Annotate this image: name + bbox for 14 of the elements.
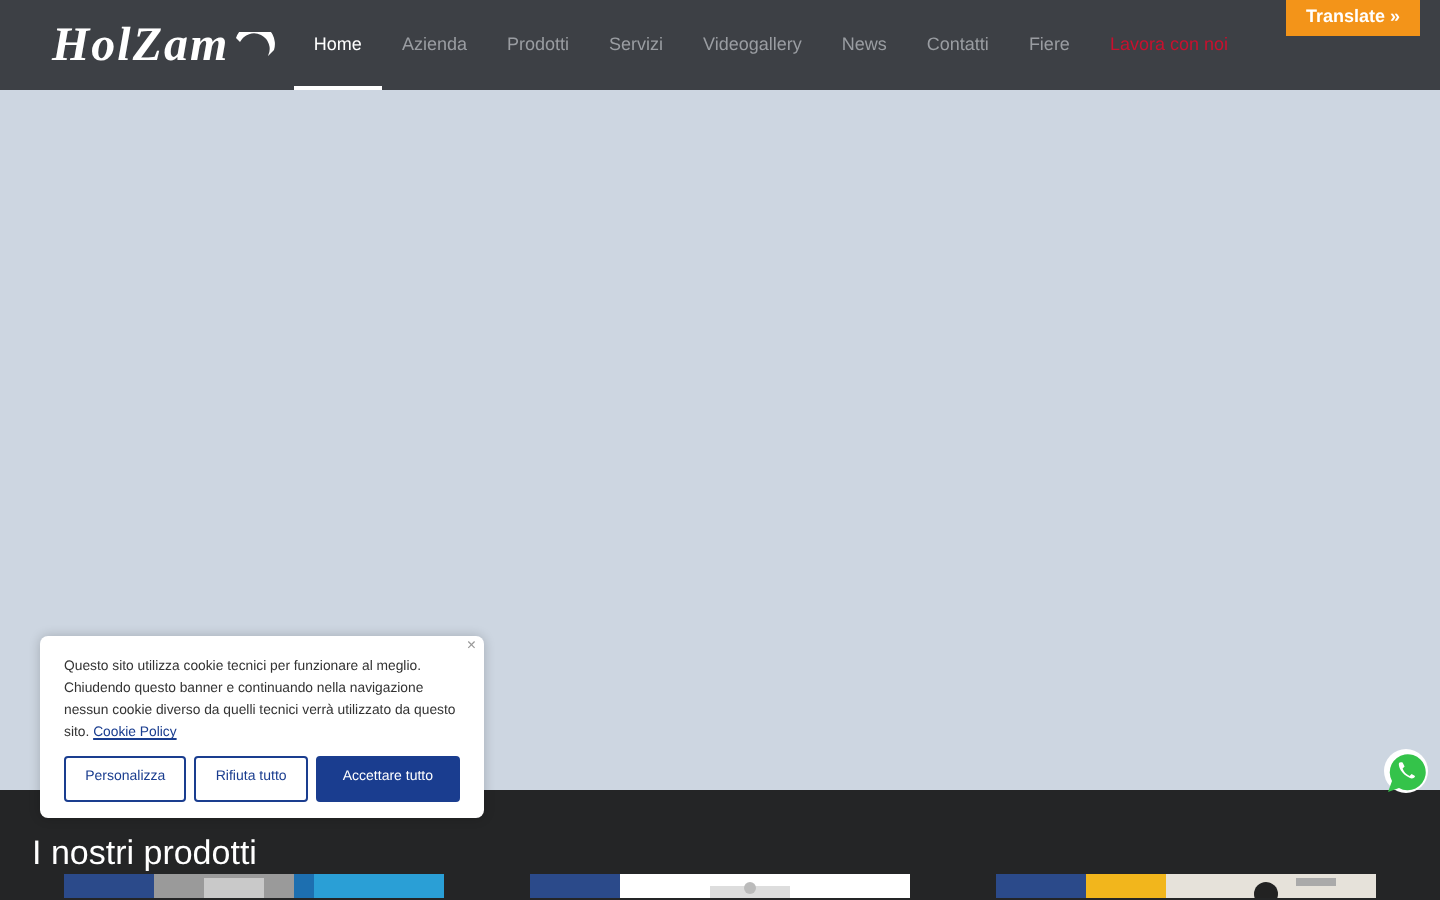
section-title: I nostri prodotti (32, 836, 259, 870)
translate-button[interactable]: Translate » (1285, 0, 1420, 35)
nav-link[interactable]: News (821, 0, 907, 90)
nav-link[interactable]: Contatti (906, 0, 1009, 90)
nav-link[interactable]: Servizi (589, 0, 684, 90)
close-button[interactable]: × (466, 638, 476, 654)
logo-text[interactable]: HolZam (52, 9, 230, 81)
nav-link[interactable]: Prodotti (486, 0, 589, 90)
nav-link[interactable]: Azienda (381, 0, 487, 90)
nav-link[interactable]: Fiere (1008, 0, 1090, 90)
nav-link[interactable]: Videogallery (683, 0, 822, 90)
gear-arc-icon (233, 31, 278, 59)
whatsapp-icon[interactable] (1380, 746, 1432, 798)
nav-link[interactable]: Home (293, 0, 382, 90)
